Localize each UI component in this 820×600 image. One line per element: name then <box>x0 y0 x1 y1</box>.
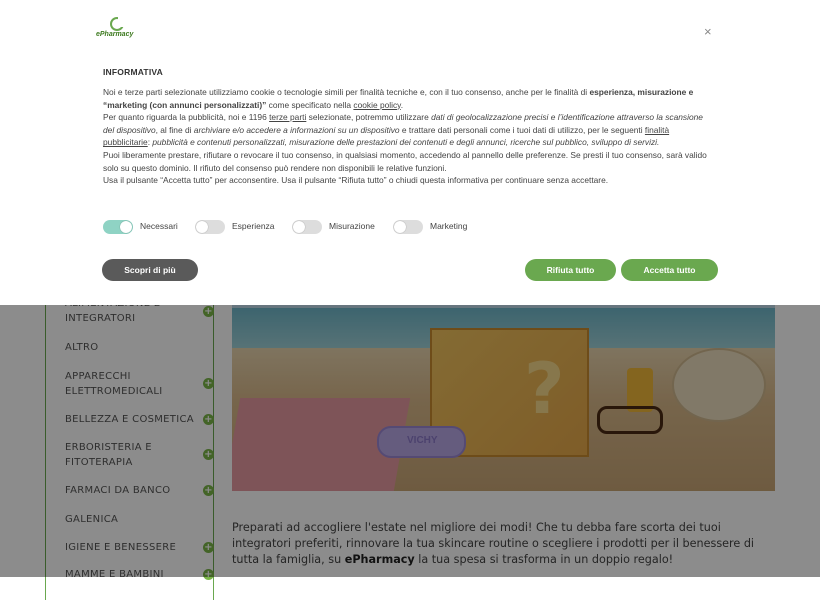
policy-text-span: Per quanto riguarda la pubblicità, noi e… <box>103 112 270 123</box>
policy-italic-span: pubblicità e contenuti personalizzati, m… <box>152 137 660 148</box>
toggle-knob <box>293 221 305 233</box>
toggle-label: Necessari <box>140 221 178 231</box>
toggle-label: Misurazione <box>329 221 375 231</box>
policy-italic-span: archiviare e/o accedere a informazioni s… <box>193 124 400 135</box>
toggle-switch[interactable] <box>195 220 225 234</box>
toggle-knob <box>196 221 208 233</box>
policy-text: Noi e terze parti selezionate utilizziam… <box>103 86 713 187</box>
policy-text-span: Noi e terze parti selezionate utilizziam… <box>103 87 590 97</box>
logo-cross-icon <box>110 17 124 31</box>
toggle-switch[interactable] <box>292 220 322 234</box>
toggle-label: Esperienza <box>232 221 275 231</box>
banner-heading: INFORMATIVA <box>103 67 163 77</box>
policy-paragraph-2: Per quanto riguarda la pubblicità, noi e… <box>103 111 713 149</box>
toggle-switch[interactable] <box>393 220 423 234</box>
reject-all-button[interactable]: Rifiuta tutto <box>525 259 616 281</box>
cookie-policy-link[interactable]: cookie policy <box>353 100 400 110</box>
epharmacy-logo: ePharmacy <box>96 17 140 43</box>
learn-more-button[interactable]: Scopri di più <box>102 259 198 281</box>
toggle-label: Marketing <box>430 221 468 231</box>
cookie-consent-banner: ePharmacy × INFORMATIVA Noi e terze part… <box>0 0 820 305</box>
policy-paragraph-3: Puoi liberamente prestare, rifiutare o r… <box>103 149 707 173</box>
toggle-switch[interactable] <box>103 220 133 234</box>
third-parties-link[interactable]: terze parti <box>269 112 306 122</box>
policy-text-span: selezionate, potremmo utilizzare <box>306 112 432 123</box>
policy-text-span: e trattare dati personali come i tuoi da… <box>399 124 645 135</box>
toggle-knob <box>120 221 132 233</box>
logo-text: ePharmacy <box>96 31 134 38</box>
policy-text-span: come specificato nella <box>266 99 354 110</box>
policy-paragraph-1: Noi e terze parti selezionate utilizziam… <box>103 86 713 111</box>
close-icon[interactable]: × <box>704 24 712 39</box>
policy-text-span: . <box>400 99 404 110</box>
accept-all-button[interactable]: Accetta tutto <box>621 259 718 281</box>
toggle-knob <box>394 221 406 233</box>
policy-text-span: , al fine di <box>155 124 194 135</box>
policy-paragraph-4: Usa il pulsante “Accetta tutto” per acco… <box>103 175 609 186</box>
